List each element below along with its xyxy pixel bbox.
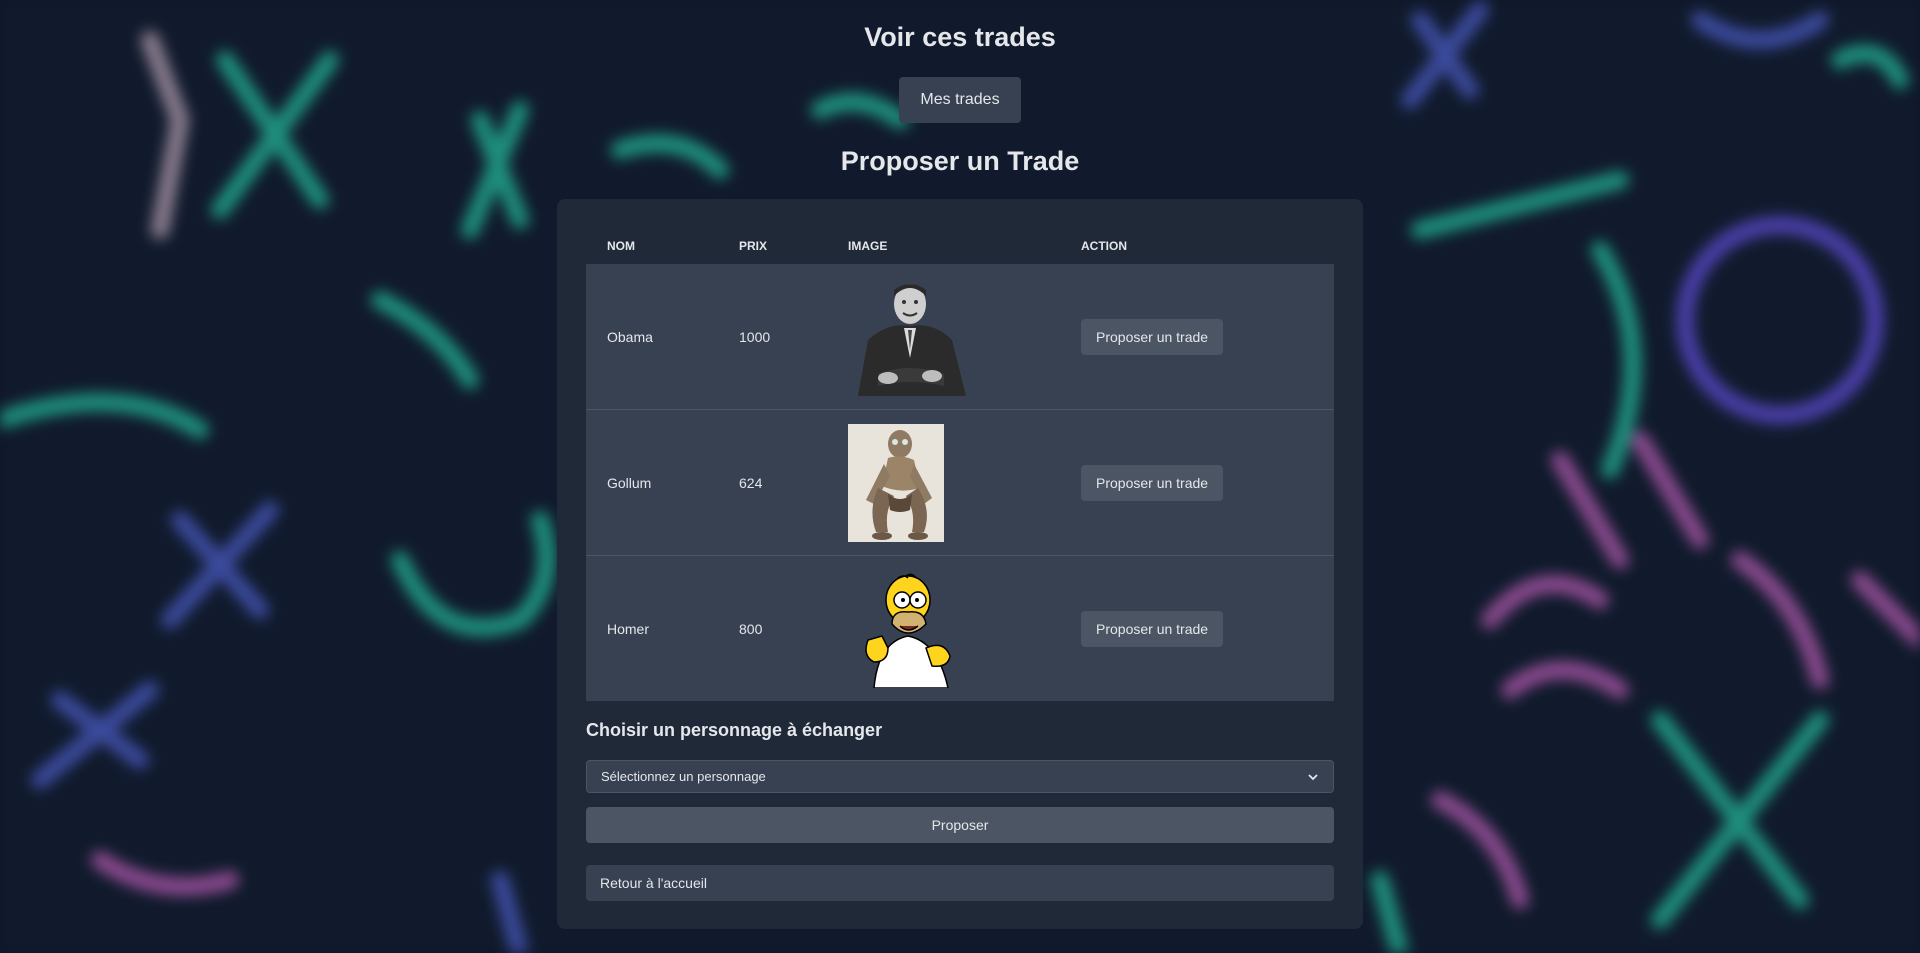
chevron-down-icon [1308, 773, 1318, 780]
propose-trade-button[interactable]: Proposer un trade [1081, 464, 1224, 501]
table-row: Homer 800 Proposer un trade [586, 555, 1334, 701]
propose-trade-button[interactable]: Proposer un trade [1081, 318, 1224, 355]
my-trades-button[interactable]: Mes trades [899, 77, 1021, 123]
propose-trade-heading: Proposer un Trade [840, 146, 1080, 176]
character-image-cell [827, 264, 1060, 410]
table-row: Gollum 624 Proposer un trade [586, 409, 1334, 556]
character-price: 800 [718, 555, 827, 701]
page-content: Voir ces trades Mes trades Proposer un T… [0, 0, 1920, 953]
column-header-image: Image [848, 239, 888, 253]
character-image-cell [827, 409, 1060, 556]
obama-portrait-image [848, 277, 966, 396]
action-cell: Proposer un trade [1060, 264, 1334, 410]
characters-table: Nom Prix Image Action Obama 1000 [586, 228, 1334, 701]
column-header-action: Action [1081, 239, 1127, 253]
trade-card: Nom Prix Image Action Obama 1000 [557, 199, 1363, 929]
character-name: Obama [586, 264, 718, 410]
column-header-nom: Nom [607, 239, 635, 253]
character-name: Gollum [586, 409, 718, 556]
propose-trade-button[interactable]: Proposer un trade [1081, 610, 1224, 647]
character-select[interactable]: Sélectionnez un personnage [586, 760, 1334, 793]
back-home-button[interactable]: Retour à l'accueil [586, 865, 1334, 901]
character-select-box[interactable]: Sélectionnez un personnage [586, 760, 1334, 793]
select-placeholder: Sélectionnez un personnage [601, 769, 766, 784]
column-header-prix: Prix [739, 239, 768, 253]
action-cell: Proposer un trade [1060, 409, 1334, 556]
table-row: Obama 1000 Proposer un trade [586, 264, 1334, 410]
submit-proposal-button[interactable]: Proposer [586, 807, 1334, 843]
choose-character-label: Choisir un personnage à échanger [586, 720, 883, 740]
character-price: 1000 [718, 264, 827, 410]
action-cell: Proposer un trade [1060, 555, 1334, 701]
gollum-figure-image [848, 423, 966, 542]
character-name: Homer [586, 555, 718, 701]
table-header-row: Nom Prix Image Action [586, 228, 1334, 264]
page-title: Voir ces trades [864, 22, 1056, 52]
character-price: 624 [718, 409, 827, 556]
character-image-cell [827, 555, 1060, 701]
homer-simpson-image [848, 569, 966, 688]
